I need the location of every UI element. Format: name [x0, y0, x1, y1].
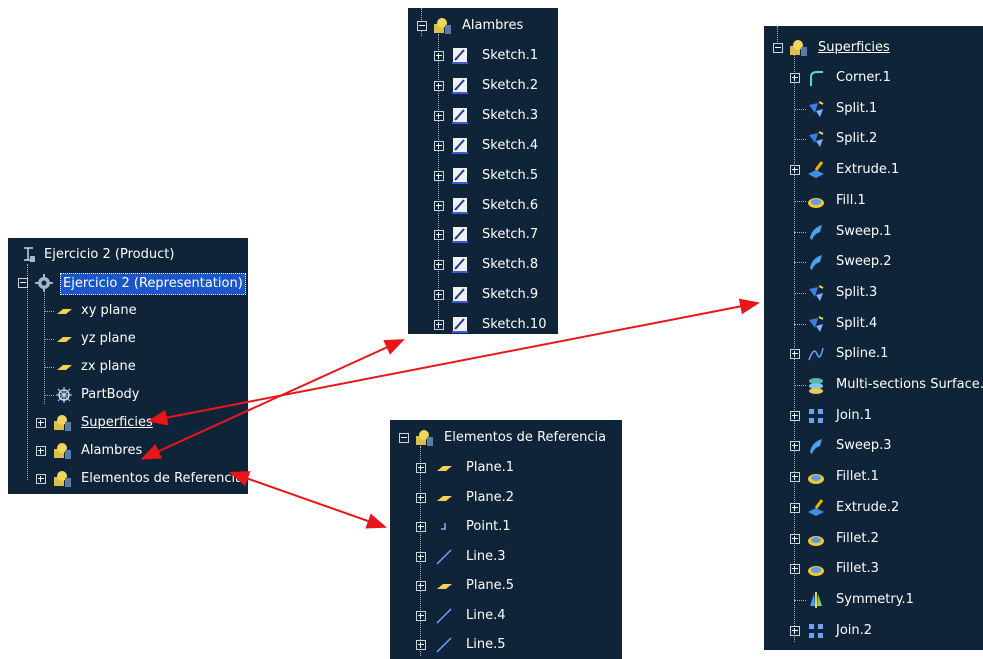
arrow-superficies-to-panel [147, 298, 760, 426]
arrow-referencia-to-panel [229, 471, 387, 529]
annotation-arrows [140, 298, 760, 529]
arrow-alambres-to-panel [140, 339, 405, 460]
